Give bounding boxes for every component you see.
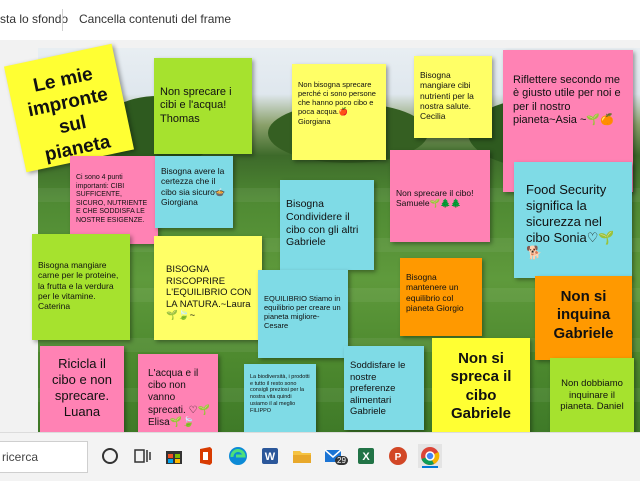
note-text: BISOGNA RISCOPRIRE L'EQUILIBRIO CON LA N… — [166, 264, 252, 322]
sticky-note[interactable]: Bisogna mangiare cibi nutrienti per la n… — [414, 56, 492, 138]
toolbar-divider — [62, 9, 63, 31]
sticky-note[interactable]: Non si spreca il cibo Gabriele — [432, 338, 530, 432]
task-view-icon[interactable] — [130, 444, 154, 468]
cortana-icon[interactable] — [98, 444, 122, 468]
svg-text:X: X — [362, 451, 370, 463]
note-text: Bisogna mangiare carne per le proteine, … — [38, 260, 119, 312]
note-text: Bisogna mantenere un equilibrio col pian… — [406, 272, 464, 314]
note-text: Non si spreca il cibo Gabriele — [450, 350, 512, 422]
mail-icon[interactable]: 29 — [322, 444, 348, 468]
note-text: Soddisfare le nostre preferenze alimenta… — [350, 360, 406, 418]
powerpoint-icon[interactable]: P — [386, 444, 410, 468]
office-icon[interactable] — [194, 444, 218, 468]
note-text: Bisogna avere la certezza che il cibo si… — [161, 166, 226, 208]
note-text: Non sprecare i cibi e l'acqua! Thomas — [160, 86, 232, 125]
excel-icon[interactable]: X — [354, 444, 378, 468]
note-text: Ci sono 4 punti importanti: CIBI SUFFICE… — [76, 174, 148, 224]
note-text: Bisogna mangiare cibi nutrienti per la n… — [420, 70, 474, 122]
sticky-note[interactable]: Ci sono 4 punti importanti: CIBI SUFFICE… — [70, 156, 158, 244]
frame-toolbar: sta lo sfondo Cancella contenuti del fra… — [0, 0, 640, 41]
sticky-note[interactable]: Non sprecare i cibi e l'acqua! Thomas — [154, 58, 252, 154]
note-text: La biodiversità, i prodotti e tutto il r… — [250, 374, 310, 414]
note-text: Non si inquina Gabriele — [553, 288, 614, 342]
search-box[interactable]: ricerca — [0, 441, 88, 473]
svg-text:W: W — [265, 451, 276, 463]
svg-text:P: P — [395, 452, 402, 463]
sticky-note[interactable]: Non sprecare il cibo! Samuele🌱🌲🌲 — [390, 150, 490, 242]
word-icon[interactable]: W — [258, 444, 282, 468]
sticky-note[interactable]: Soddisfare le nostre preferenze alimenta… — [344, 346, 424, 430]
search-label: ricerca — [2, 450, 39, 464]
background-button[interactable]: sta lo sfondo — [0, 12, 68, 26]
sticky-note[interactable]: Non bisogna sprecare perché ci sono pers… — [292, 64, 386, 160]
note-text: Food Security significa la sicurezza nel… — [526, 182, 615, 261]
file-explorer-icon[interactable] — [290, 444, 314, 468]
note-text: Non sprecare il cibo! Samuele🌱🌲🌲 — [396, 188, 474, 209]
sticky-note[interactable]: Non si inquina Gabriele — [535, 276, 632, 360]
edge-icon[interactable] — [226, 444, 250, 468]
mail-badge: 29 — [335, 456, 348, 465]
sticky-note[interactable]: Bisogna avere la certezza che il cibo si… — [155, 156, 233, 228]
sticky-note[interactable]: Non dobbiamo inquinare il pianeta. Danie… — [550, 358, 634, 432]
note-text: Non dobbiamo inquinare il pianeta. Danie… — [560, 378, 624, 413]
windows-taskbar: ricerca W 29 X P — [0, 432, 640, 481]
sticky-note[interactable]: BISOGNA RISCOPRIRE L'EQUILIBRIO CON LA N… — [154, 236, 262, 340]
note-text: EQUILIBRIO Stiamo in equilibrio per crea… — [264, 294, 341, 331]
note-text: Ricicla il cibo e non sprecare. Luana — [52, 356, 112, 419]
note-text: Riflettere secondo me è giusto utile per… — [513, 74, 621, 127]
sticky-note[interactable]: EQUILIBRIO Stiamo in equilibrio per crea… — [258, 270, 348, 358]
sticky-note[interactable]: Bisogna Condividere il cibo con gli altr… — [280, 180, 374, 270]
store-icon[interactable] — [162, 444, 186, 468]
sticky-note[interactable]: Ricicla il cibo e non sprecare. Luana — [40, 346, 124, 432]
note-text: Bisogna Condividere il cibo con gli altr… — [286, 198, 359, 249]
sticky-note[interactable]: Food Security significa la sicurezza nel… — [514, 162, 632, 278]
sticky-note[interactable]: L'acqua e il cibo non vanno sprecati. ♡🌱… — [138, 354, 218, 432]
chrome-icon[interactable] — [418, 444, 442, 468]
frame-canvas: Le mie impronte sul pianeta Non sprecare… — [0, 40, 640, 432]
note-text: L'acqua e il cibo non vanno sprecati. ♡🌱… — [148, 368, 210, 428]
note-text: Non bisogna sprecare perché ci sono pers… — [298, 80, 376, 126]
active-indicator — [422, 466, 438, 468]
clear-frame-button[interactable]: Cancella contenuti del frame — [79, 12, 231, 26]
sticky-note[interactable]: La biodiversità, i prodotti e tutto il r… — [244, 364, 316, 432]
note-text: Le mie impronte sul pianeta — [25, 63, 113, 166]
sticky-note[interactable]: Bisogna mantenere un equilibrio col pian… — [400, 258, 482, 336]
sticky-note[interactable]: Le mie impronte sul pianeta — [3, 43, 135, 173]
sticky-note[interactable]: Bisogna mangiare carne per le proteine, … — [32, 234, 130, 340]
